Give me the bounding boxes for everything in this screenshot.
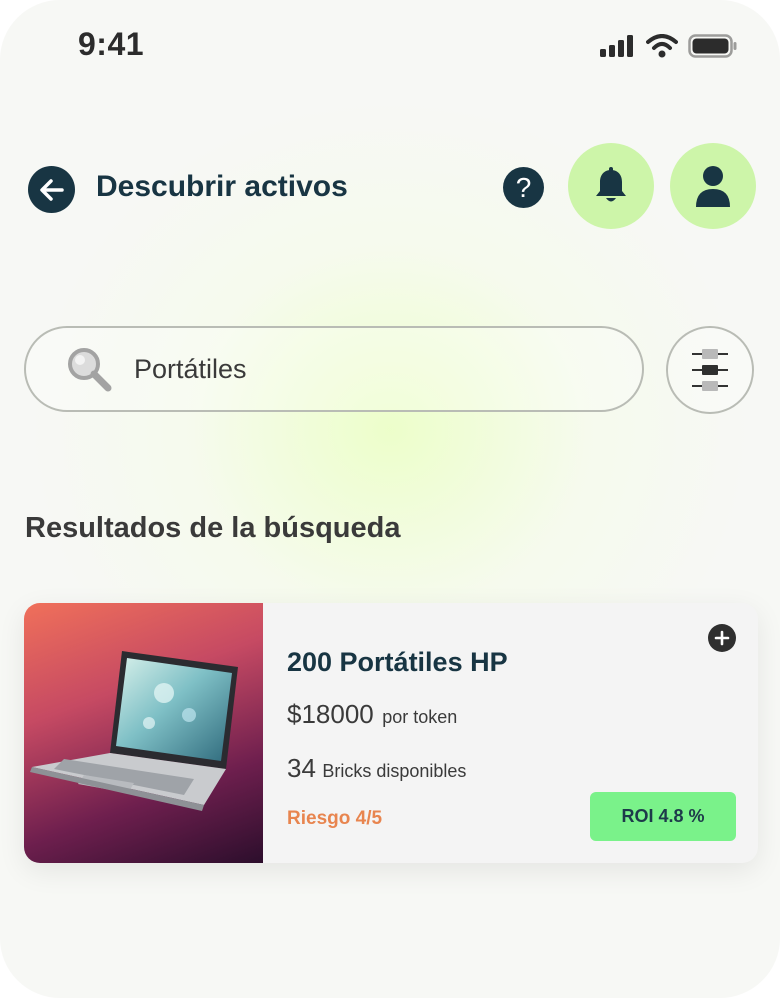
search-bar[interactable] [24,326,644,412]
search-input[interactable] [132,352,576,386]
user-icon [696,166,730,207]
signal-icon [600,35,633,57]
plus-circle-icon [714,630,730,646]
bricks-count: 34 [287,753,316,783]
bell-icon [596,167,626,202]
battery-icon [688,34,737,58]
results-title: Resultados de la búsqueda [25,512,401,544]
wifi-icon [646,34,678,58]
filter-button[interactable] [666,326,754,414]
risk-label: Riesgo 4/5 [287,808,383,829]
bricks-label: Bricks disponibles [322,761,467,781]
page-title: Descubrir activos [96,170,348,203]
notifications-button[interactable] [568,143,654,229]
asset-bricks: 34 Bricks disponibles [287,753,466,784]
asset-title[interactable]: 200 Portátiles HP [287,647,508,678]
sliders-icon [692,349,728,391]
add-button[interactable] [708,624,736,652]
back-button[interactable] [28,166,75,213]
search-icon [66,346,112,392]
status-icons [600,34,738,58]
price-unit: por token [382,707,458,727]
roi-badge: ROI 4.8 % [590,792,736,841]
status-time: 9:41 [78,26,145,62]
phone-screen: 9:41 Descubrir activos ? Portátiles Resu… [0,0,780,998]
profile-button[interactable] [670,143,756,229]
question-icon: ? [515,171,532,203]
price-value: $18000 [287,699,374,729]
asset-card[interactable]: 200 Portátiles HP $18000 por token 34 Br… [24,603,758,863]
help-button[interactable]: ? [503,167,544,208]
asset-price: $18000 por token [287,699,457,730]
laptop-image [24,603,263,863]
arrow-left-icon [39,178,64,201]
